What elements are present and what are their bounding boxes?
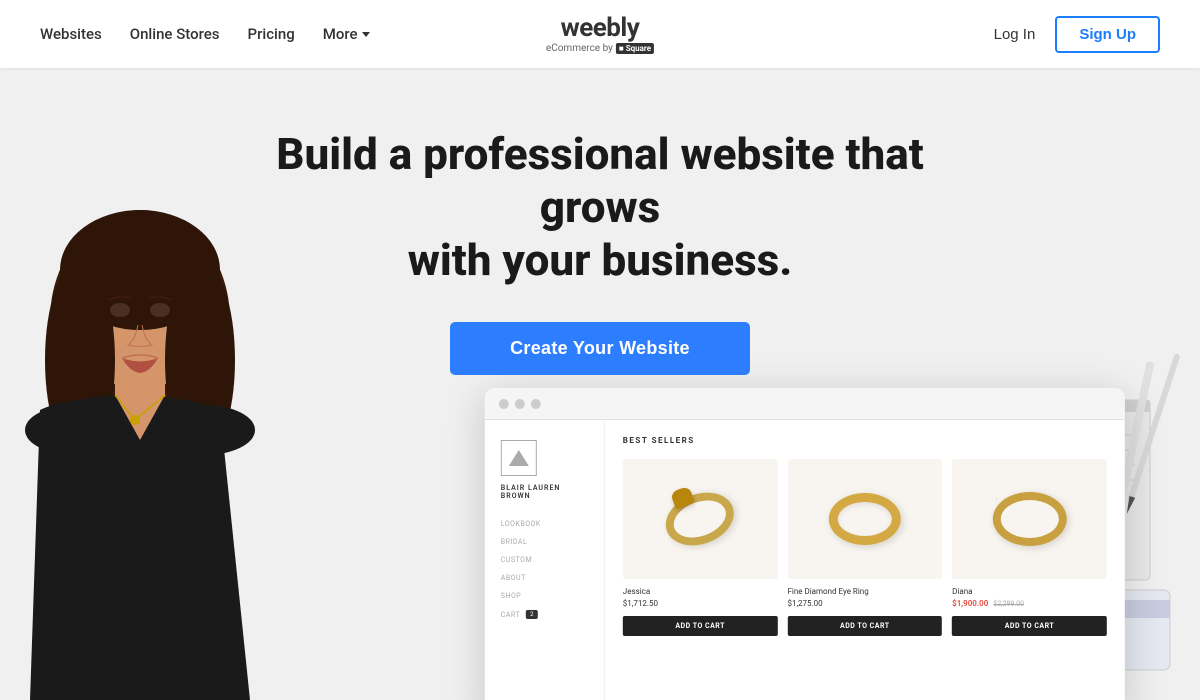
chevron-down-icon bbox=[362, 32, 370, 37]
shop-nav-lookbook[interactable]: LOOKBOOK bbox=[501, 520, 588, 528]
product-price-row-2: $1,275.00 bbox=[787, 599, 942, 608]
bestsellers-label: BEST SELLERS bbox=[623, 436, 1107, 445]
product-name-3: Diana bbox=[952, 587, 1107, 596]
hero-section: Build a professional website that grows … bbox=[0, 68, 1200, 700]
nav-right: Log In Sign Up bbox=[994, 16, 1160, 53]
header: Websites Online Stores Pricing More weeb… bbox=[0, 0, 1200, 68]
ring-icon-1 bbox=[659, 484, 742, 555]
shop-sidebar: BLAIR LAUREN BROWN LOOKBOOK BRIDAL CUSTO… bbox=[485, 420, 605, 700]
shop-cart[interactable]: CART 2 bbox=[501, 610, 588, 619]
square-badge: ■ Square bbox=[616, 43, 654, 54]
shop-brand: BLAIR LAUREN BROWN bbox=[501, 484, 588, 500]
nav-pricing[interactable]: Pricing bbox=[248, 25, 295, 43]
product-price-sale-3: $1,900.00 bbox=[952, 599, 988, 608]
browser-dot-3 bbox=[531, 399, 541, 409]
shop-nav-custom[interactable]: CUSTOM bbox=[501, 556, 588, 564]
woman-figure bbox=[0, 200, 300, 700]
products-grid: Jessica $1,712.50 ADD TO CART Fine Diamo… bbox=[623, 459, 1107, 636]
product-image-3 bbox=[952, 459, 1107, 579]
nav-more[interactable]: More bbox=[323, 25, 370, 43]
cta-button[interactable]: Create Your Website bbox=[450, 322, 750, 375]
shop-nav-bridal[interactable]: BRIDAL bbox=[501, 538, 588, 546]
triangle-icon bbox=[509, 450, 529, 466]
hero-headline: Build a professional website that grows … bbox=[250, 128, 950, 286]
logo-sub: eCommerce by ■ Square bbox=[546, 43, 654, 54]
signup-button[interactable]: Sign Up bbox=[1055, 16, 1160, 53]
product-card-1: Jessica $1,712.50 ADD TO CART bbox=[623, 459, 778, 636]
product-name-2: Fine Diamond Eye Ring bbox=[787, 587, 942, 596]
add-to-cart-2[interactable]: ADD TO CART bbox=[787, 616, 942, 636]
product-card-3: Diana $1,900.00 $2,299.00 ADD TO CART bbox=[952, 459, 1107, 636]
nav-left: Websites Online Stores Pricing More bbox=[40, 25, 370, 43]
browser-content: BLAIR LAUREN BROWN LOOKBOOK BRIDAL CUSTO… bbox=[485, 420, 1125, 700]
product-price-row-3: $1,900.00 $2,299.00 bbox=[952, 599, 1107, 608]
login-button[interactable]: Log In bbox=[994, 26, 1036, 43]
products-area: BEST SELLERS Jessica $1,712.50 ADD TO CA… bbox=[605, 420, 1125, 700]
nav-online-stores[interactable]: Online Stores bbox=[130, 25, 220, 43]
browser-dot-1 bbox=[499, 399, 509, 409]
product-price-row-1: $1,712.50 bbox=[623, 599, 778, 608]
product-price-2: $1,275.00 bbox=[787, 599, 822, 608]
logo[interactable]: weebly eCommerce by ■ Square bbox=[546, 15, 654, 54]
browser-dot-2 bbox=[515, 399, 525, 409]
add-to-cart-3[interactable]: ADD TO CART bbox=[952, 616, 1107, 636]
nav-websites[interactable]: Websites bbox=[40, 25, 102, 43]
add-to-cart-1[interactable]: ADD TO CART bbox=[623, 616, 778, 636]
product-name-1: Jessica bbox=[623, 587, 778, 596]
product-image-2 bbox=[787, 459, 942, 579]
shop-nav-about[interactable]: ABOUT bbox=[501, 574, 588, 582]
product-price-1: $1,712.50 bbox=[623, 599, 658, 608]
product-price-old-3: $2,299.00 bbox=[993, 600, 1024, 608]
shop-logo-icon bbox=[501, 440, 537, 476]
ring-icon-3 bbox=[992, 492, 1066, 546]
browser-bar bbox=[485, 388, 1125, 420]
browser-mockup: BLAIR LAUREN BROWN LOOKBOOK BRIDAL CUSTO… bbox=[485, 388, 1125, 700]
logo-name: weebly bbox=[546, 15, 654, 41]
product-card-2: Fine Diamond Eye Ring $1,275.00 ADD TO C… bbox=[787, 459, 942, 636]
cart-badge: 2 bbox=[526, 610, 538, 619]
ring-icon-2 bbox=[829, 493, 901, 545]
shop-nav-shop[interactable]: SHOP bbox=[501, 592, 588, 600]
product-image-1 bbox=[623, 459, 778, 579]
